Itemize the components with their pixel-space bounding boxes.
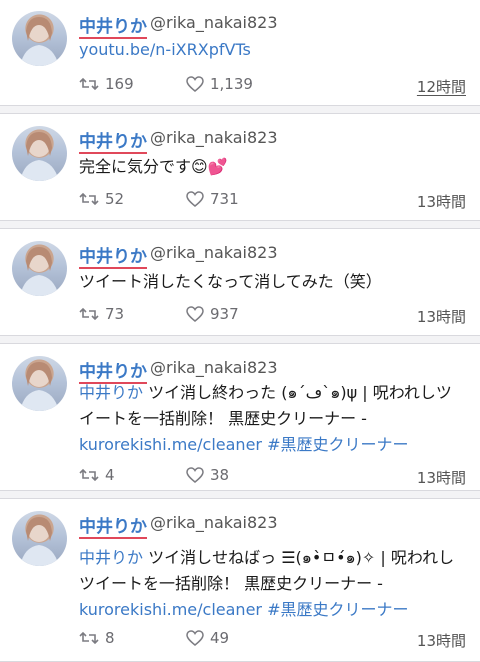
heart-icon <box>186 306 204 322</box>
like-count: 49 <box>210 629 230 647</box>
retweet-button[interactable]: 73 <box>79 305 124 323</box>
timestamp-link[interactable]: 13時間 <box>417 467 466 488</box>
mention-link[interactable]: 中井りか <box>79 383 143 402</box>
tweet-text: youtu.be/n-iXRXpfVTs <box>79 37 466 63</box>
retweet-count: 8 <box>105 629 115 647</box>
like-count: 731 <box>210 190 239 208</box>
timestamp-link[interactable]: 13時間 <box>417 306 466 327</box>
tweet-text: ツイート消したくなって消してみた（笑） <box>79 272 382 291</box>
retweet-button[interactable]: 8 <box>79 629 115 647</box>
tweet-text: 中井りか ツイ消し終わった (๑´ڡ`๑)ψ | 呪われしツイートを一括削除！ … <box>79 380 466 458</box>
display-name[interactable]: 中井りか <box>79 512 147 537</box>
user-handle: @rika_nakai823 <box>150 513 278 532</box>
heart-icon <box>186 630 204 646</box>
avatar[interactable] <box>12 511 67 566</box>
like-count: 1,139 <box>210 75 253 93</box>
retweet-icon <box>79 631 99 645</box>
tweet-card[interactable]: 中井りか @rika_nakai823 完全に気分です😊💕 52 731 13時… <box>0 113 480 221</box>
tweet-card[interactable]: 中井りか @rika_nakai823 中井りか ツイ消しせねばっ ☰(๑•̀ㅁ… <box>0 498 480 662</box>
like-button[interactable]: 49 <box>186 629 229 647</box>
user-handle: @rika_nakai823 <box>150 128 278 147</box>
heart-icon <box>186 191 204 207</box>
heart-icon <box>186 76 204 92</box>
user-handle: @rika_nakai823 <box>150 358 278 377</box>
heart-icon <box>186 467 204 483</box>
tweet-link[interactable]: kurorekishi.me/cleaner <box>79 435 262 454</box>
tweet-card[interactable]: 中井りか @rika_nakai823 中井りか ツイ消し終わった (๑´ڡ`๑… <box>0 343 480 491</box>
like-button[interactable]: 731 <box>186 190 239 208</box>
avatar[interactable] <box>12 241 67 296</box>
like-button[interactable]: 937 <box>186 305 239 323</box>
like-button[interactable]: 1,139 <box>186 75 253 93</box>
like-count: 937 <box>210 305 239 323</box>
retweet-icon <box>79 192 99 206</box>
user-handle: @rika_nakai823 <box>150 13 278 32</box>
user-handle: @rika_nakai823 <box>150 243 278 262</box>
retweet-button[interactable]: 52 <box>79 190 124 208</box>
retweet-button[interactable]: 4 <box>79 466 115 484</box>
hashtag-link[interactable]: #黒歴史クリーナー <box>267 600 408 619</box>
avatar[interactable] <box>12 126 67 181</box>
tweet-card[interactable]: 中井りか @rika_nakai823 youtu.be/n-iXRXpfVTs… <box>0 0 480 106</box>
like-button[interactable]: 38 <box>186 466 229 484</box>
retweet-icon <box>79 468 99 482</box>
retweet-count: 169 <box>105 75 134 93</box>
display-name[interactable]: 中井りか <box>79 127 147 152</box>
retweet-count: 4 <box>105 466 115 484</box>
timestamp-link[interactable]: 13時間 <box>417 191 466 212</box>
avatar[interactable] <box>12 356 67 411</box>
timestamp-link[interactable]: 13時間 <box>417 630 466 651</box>
timestamp-link[interactable]: 12時間 <box>417 76 466 97</box>
retweet-count: 73 <box>105 305 125 323</box>
retweet-button[interactable]: 169 <box>79 75 134 93</box>
retweet-count: 52 <box>105 190 125 208</box>
display-name[interactable]: 中井りか <box>79 242 147 267</box>
tweet-link[interactable]: youtu.be/n-iXRXpfVTs <box>79 40 251 59</box>
avatar[interactable] <box>12 11 67 66</box>
tweet-link[interactable]: kurorekishi.me/cleaner <box>79 600 262 619</box>
tweet-card[interactable]: 中井りか @rika_nakai823 ツイート消したくなって消してみた（笑） … <box>0 228 480 336</box>
hashtag-link[interactable]: #黒歴史クリーナー <box>267 435 408 454</box>
retweet-icon <box>79 307 99 321</box>
tweet-text: 完全に気分です😊💕 <box>79 157 228 176</box>
display-name[interactable]: 中井りか <box>79 357 147 382</box>
tweet-text: 中井りか ツイ消しせねばっ ☰(๑•̀ㅁ•́๑)✧ | 呪われしツイートを一括削… <box>79 545 466 623</box>
mention-link[interactable]: 中井りか <box>79 548 143 567</box>
like-count: 38 <box>210 466 230 484</box>
display-name[interactable]: 中井りか <box>79 12 147 37</box>
retweet-icon <box>79 77 99 91</box>
